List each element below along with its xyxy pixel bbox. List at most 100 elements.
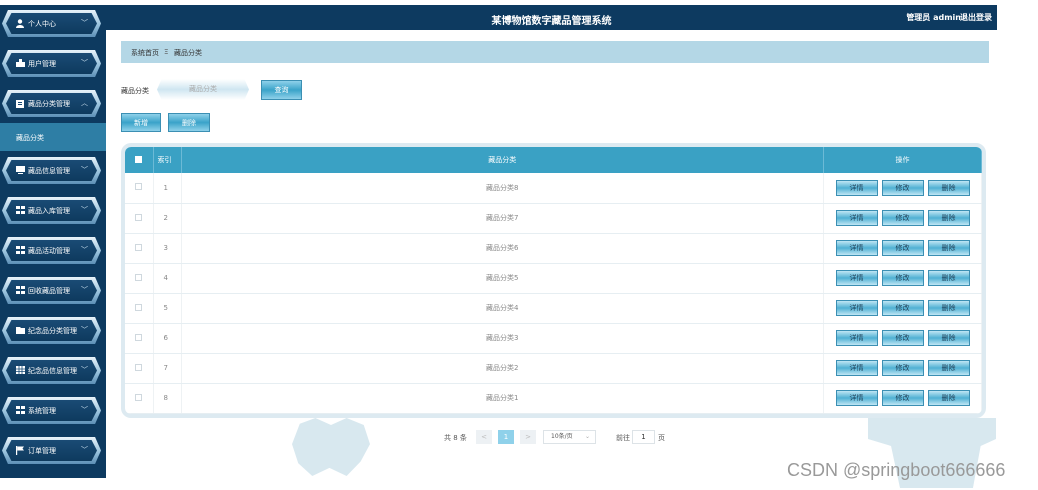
- delete-button[interactable]: 删除: [927, 390, 970, 406]
- sidebar-item-collection-info[interactable]: 藏品信息管理 ﹀: [2, 157, 101, 184]
- delete-button[interactable]: 删除: [927, 240, 970, 256]
- sidebar-item-label: 回收藏品管理: [28, 287, 70, 295]
- page-number-button[interactable]: 1: [498, 430, 514, 444]
- select-all-checkbox[interactable]: [135, 155, 143, 163]
- row-select-cell[interactable]: [125, 203, 154, 234]
- sidebar-item-storage[interactable]: 藏品入库管理 ﹀: [2, 197, 101, 224]
- row-checkbox[interactable]: [135, 393, 143, 401]
- breadcrumb: 系统首页 Ξ 藏品分类: [121, 41, 989, 63]
- bulk-delete-button[interactable]: 删除: [168, 113, 210, 132]
- row-actions: 详情 修改 删除: [823, 263, 982, 294]
- sidebar-subitem-category[interactable]: 藏品分类: [0, 123, 106, 151]
- sidebar-item-system[interactable]: 系统管理 ﹀: [2, 397, 101, 424]
- column-header-actions: 操作: [823, 147, 982, 173]
- edit-button[interactable]: 修改: [881, 390, 924, 406]
- chevron-down-icon: ﹀: [81, 246, 88, 254]
- table-row: 5 藏品分类4 详情 修改 删除: [125, 293, 982, 324]
- edit-button[interactable]: 修改: [881, 300, 924, 316]
- row-actions: 详情 修改 删除: [823, 323, 982, 354]
- edit-button[interactable]: 修改: [881, 240, 924, 256]
- row-checkbox[interactable]: [135, 213, 143, 221]
- prev-page-button[interactable]: <: [476, 430, 492, 444]
- sidebar-item-label: 藏品分类管理: [28, 100, 70, 108]
- table-row: 3 藏品分类6 详情 修改 删除: [125, 233, 982, 264]
- row-checkbox[interactable]: [135, 303, 143, 311]
- folder-icon: [16, 326, 25, 335]
- detail-button[interactable]: 详情: [835, 360, 878, 376]
- edit-button[interactable]: 修改: [881, 270, 924, 286]
- sidebar-item-users[interactable]: 用户管理 ﹀: [2, 50, 101, 77]
- chevron-down-icon: ﹀: [81, 286, 88, 294]
- edit-button[interactable]: 修改: [881, 330, 924, 346]
- row-index: 1: [153, 173, 182, 204]
- delete-button[interactable]: 删除: [927, 360, 970, 376]
- row-select-cell[interactable]: [125, 383, 154, 414]
- edit-button[interactable]: 修改: [881, 360, 924, 376]
- sidebar-item-profile[interactable]: 个人中心 ﹀: [2, 10, 101, 37]
- row-select-cell[interactable]: [125, 323, 154, 354]
- column-header-category: 藏品分类: [181, 147, 824, 173]
- row-checkbox[interactable]: [135, 183, 143, 191]
- detail-button[interactable]: 详情: [835, 300, 878, 316]
- goto-suffix: 页: [658, 434, 665, 442]
- sidebar-item-label: 用户管理: [28, 60, 56, 68]
- goto-label: 前往: [616, 434, 630, 442]
- detail-button[interactable]: 详情: [835, 179, 878, 196]
- edit-button[interactable]: 修改: [881, 210, 924, 226]
- detail-button[interactable]: 详情: [835, 330, 878, 346]
- delete-button[interactable]: 删除: [927, 270, 970, 286]
- row-select-cell[interactable]: [125, 173, 154, 204]
- sidebar-item-orders[interactable]: 订单管理 ﹀: [2, 437, 101, 464]
- detail-button[interactable]: 详情: [835, 240, 878, 256]
- delete-button[interactable]: 删除: [927, 330, 970, 346]
- row-checkbox[interactable]: [135, 333, 143, 341]
- sidebar-item-category-mgmt[interactable]: 藏品分类管理 ︿: [2, 90, 101, 117]
- pagination: 共 8 条 < 1 > 10条/页 ⌄ 前往 1 页: [444, 429, 684, 444]
- search-input[interactable]: [157, 79, 249, 100]
- delete-button[interactable]: 删除: [927, 300, 970, 316]
- add-button[interactable]: 新增: [121, 113, 161, 132]
- row-checkbox[interactable]: [135, 363, 143, 371]
- row-index: 6: [153, 323, 182, 354]
- row-checkbox[interactable]: [135, 243, 143, 251]
- page-size-value: 10条/页: [551, 433, 573, 440]
- table-row: 2 藏品分类7 详情 修改 删除: [125, 203, 982, 234]
- row-category: 藏品分类1: [181, 383, 824, 414]
- sidebar-item-souvenir-info[interactable]: 纪念品信息管理 ﹀: [2, 357, 101, 384]
- detail-button[interactable]: 详情: [835, 210, 878, 226]
- row-checkbox[interactable]: [135, 273, 143, 281]
- row-actions: 详情 修改 删除: [823, 353, 982, 384]
- select-all-cell[interactable]: [125, 147, 154, 173]
- row-select-cell[interactable]: [125, 233, 154, 264]
- logout-link[interactable]: 退出登录: [960, 12, 992, 23]
- delete-button[interactable]: 删除: [927, 210, 970, 226]
- monitor-icon: [16, 166, 25, 175]
- category-table: 索引 藏品分类 操作 1 藏品分类8 详情 修改 删除 2 藏品分类7 详情 修改 删除 3 藏品分类…: [121, 143, 986, 418]
- sidebar-item-souvenir-category[interactable]: 纪念品分类管理 ﹀: [2, 317, 101, 344]
- page-size-select[interactable]: 10条/页 ⌄: [543, 430, 596, 444]
- clipboard-icon: [16, 99, 25, 108]
- goto-page-input[interactable]: 1: [632, 430, 655, 444]
- sidebar-item-label: 订单管理: [28, 447, 56, 455]
- row-index: 2: [153, 203, 182, 234]
- detail-button[interactable]: 详情: [835, 270, 878, 286]
- query-button[interactable]: 查询: [261, 80, 302, 100]
- watermark: CSDN @springboot666666: [787, 460, 1006, 480]
- row-category: 藏品分类5: [181, 263, 824, 294]
- table-row: 8 藏品分类1 详情 修改 删除: [125, 383, 982, 414]
- chevron-down-icon: ﹀: [81, 326, 88, 334]
- row-select-cell[interactable]: [125, 293, 154, 324]
- row-index: 4: [153, 263, 182, 294]
- table-row: 4 藏品分类5 详情 修改 删除: [125, 263, 982, 294]
- sidebar-item-activity[interactable]: 藏品活动管理 ﹀: [2, 237, 101, 264]
- sidebar-item-recycle[interactable]: 回收藏品管理 ﹀: [2, 277, 101, 304]
- chevron-down-icon: ⌄: [584, 433, 590, 440]
- next-page-button[interactable]: >: [520, 430, 536, 444]
- delete-button[interactable]: 删除: [927, 179, 970, 196]
- row-select-cell[interactable]: [125, 353, 154, 384]
- edit-button[interactable]: 修改: [881, 179, 924, 196]
- detail-button[interactable]: 详情: [835, 390, 878, 406]
- breadcrumb-home[interactable]: 系统首页: [131, 48, 159, 58]
- row-select-cell[interactable]: [125, 263, 154, 294]
- row-actions: 详情 修改 删除: [823, 383, 982, 414]
